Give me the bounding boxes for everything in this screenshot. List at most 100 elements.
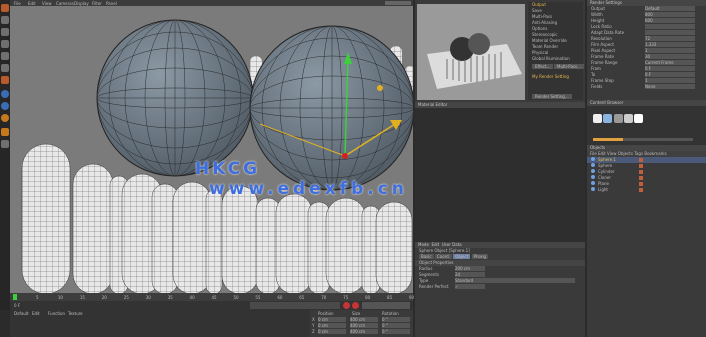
attribute-value-field[interactable]: Default [645, 6, 695, 11]
coord-size-field[interactable]: 400 cm [350, 329, 378, 334]
object-tag-icon[interactable] [639, 188, 643, 192]
tool-icon-snap[interactable] [1, 114, 9, 122]
tool-icon-texture[interactable] [1, 90, 9, 98]
timeline-tick: 65 [299, 295, 305, 300]
record-button[interactable] [343, 302, 350, 309]
object-tag-icon[interactable] [639, 176, 643, 180]
current-frame[interactable]: 0 F [14, 303, 20, 308]
attribute-value-field[interactable] [645, 24, 695, 29]
attr-tab-coord[interactable]: Coord. [434, 254, 452, 259]
object-tag-icon[interactable] [639, 182, 643, 186]
timeline-playhead[interactable] [13, 294, 17, 300]
coord-rotation-field[interactable]: 0 ° [382, 323, 410, 328]
tool-icon-axis[interactable] [1, 102, 9, 110]
timeline-tick: 35 [167, 295, 173, 300]
attribute-value-field[interactable]: None [645, 84, 695, 89]
attribute-value-field[interactable]: 800 [645, 12, 695, 17]
om-menu-objects[interactable]: Objects [618, 151, 633, 156]
attr-tab-phong[interactable]: Phong [471, 254, 489, 259]
object-tag-icon[interactable] [639, 170, 643, 174]
timeline-tick: 80 [365, 295, 371, 300]
object-attribute-label: Type [419, 278, 429, 283]
attribute-label: Fields [591, 84, 603, 89]
coord-position-field[interactable]: 0 cm [318, 329, 346, 334]
play-controls[interactable] [250, 302, 340, 309]
object-attribute-row: Render Perfect ✓ [415, 284, 585, 290]
timeline-tick: 15 [79, 295, 85, 300]
coord-rotation-field[interactable]: 0 ° [382, 317, 410, 322]
coord-rotation-field[interactable]: 0 ° [382, 329, 410, 334]
attribute-label: Pixel Aspect [591, 48, 616, 53]
attr-menu-edit[interactable]: Edit [431, 242, 439, 247]
object-tag-icon[interactable] [639, 158, 643, 162]
object-list: Sphere.1 Sphere Cylinder Cloner Plane Light [587, 157, 706, 193]
picture-viewer[interactable] [417, 4, 525, 100]
tool-icon-lock[interactable] [1, 140, 9, 148]
object-attribute-field[interactable]: 24 [455, 272, 485, 277]
attr-menu-userdata[interactable]: User Data [442, 242, 462, 247]
object-name: Light [598, 187, 608, 192]
attribute-value-field[interactable]: 30 [645, 54, 695, 59]
attr-menu-mode[interactable]: Mode [418, 242, 429, 247]
material-tab-texture[interactable]: Texture [68, 311, 83, 316]
attr-tab-basic[interactable]: Basic [419, 254, 434, 259]
viewport-nav-icons[interactable] [385, 1, 411, 5]
attribute-value-field[interactable]: 72 [645, 36, 695, 41]
attribute-value-field[interactable]: 1.333 [645, 42, 695, 47]
material-tab-function[interactable]: Function [48, 311, 65, 316]
tool-icon-workplane[interactable] [1, 128, 9, 136]
tool-icon-scale[interactable] [1, 16, 9, 24]
tool-icon-rotate[interactable] [1, 28, 9, 36]
timeline-tick: 70 [321, 295, 327, 300]
object-name: Cloner [598, 175, 611, 180]
main-viewport[interactable]: HKCG www.edexfb.cn [10, 6, 413, 293]
attr-tab-object[interactable]: Object [453, 254, 471, 259]
material-manager: Default Edit Function Texture [10, 310, 310, 337]
attribute-value-field[interactable]: Current Frame [645, 60, 695, 65]
om-menu-edit[interactable]: Edit [598, 151, 606, 156]
autokey-button[interactable] [352, 302, 359, 309]
attribute-value-field[interactable]: 1 [645, 78, 695, 83]
object-list-item[interactable]: Light [587, 187, 706, 193]
coord-position-field[interactable]: 0 cm [318, 317, 346, 322]
object-tag-icon[interactable] [639, 164, 643, 168]
tool-icon-polygons[interactable] [1, 64, 9, 72]
content-browser-title: Material Editor [415, 102, 585, 108]
browser-icons[interactable] [593, 114, 653, 124]
om-menu-bookmarks[interactable]: Bookmarks [644, 151, 666, 156]
coord-position-field[interactable]: 0 cm [318, 323, 346, 328]
sphere-left[interactable] [96, 19, 254, 177]
render-setting-button[interactable]: Render Setting... [532, 94, 572, 99]
tool-icon-move[interactable] [1, 4, 9, 12]
coord-size-field[interactable]: 400 cm [350, 317, 378, 322]
om-menu-file[interactable]: File [590, 151, 597, 156]
attribute-value-field[interactable] [645, 30, 695, 35]
render-list-item[interactable]: Global Illumination [528, 56, 583, 62]
material-tab-edit[interactable]: Edit [32, 311, 40, 316]
effect-button[interactable]: Effect... [532, 64, 554, 69]
coord-size-field[interactable]: 400 cm [350, 323, 378, 328]
om-menu-tags[interactable]: Tags [634, 151, 643, 156]
object-attribute-field[interactable]: Standard [455, 278, 575, 283]
attribute-value-field[interactable]: 600 [645, 18, 695, 23]
keyframe-buttons[interactable] [362, 302, 410, 309]
attribute-label: From [591, 66, 601, 71]
om-menu-view[interactable]: View [607, 151, 617, 156]
attribute-label: Resolution [591, 36, 612, 41]
multipass-button[interactable]: Multi-Pass... [554, 64, 584, 69]
tool-icon-model[interactable] [1, 76, 9, 84]
attribute-value-field[interactable]: 1 [645, 48, 695, 53]
timeline[interactable]: 051015202530354045505560657075808590 [10, 293, 414, 301]
object-attribute-field[interactable]: ✓ [455, 284, 485, 289]
attribute-value-field[interactable]: 0 F [645, 66, 695, 71]
tool-icon-points[interactable] [1, 40, 9, 48]
browser-slider[interactable] [593, 138, 693, 141]
render-setting-label[interactable]: My Render Setting [532, 74, 569, 79]
attribute-value-field[interactable]: 0 F [645, 72, 695, 77]
tool-icon-edges[interactable] [1, 52, 9, 60]
timeline-tick: 30 [145, 295, 151, 300]
material-tab-create[interactable]: Default [14, 311, 29, 316]
timeline-tick: 75 [343, 295, 349, 300]
object-attribute-label: Render Perfect [419, 284, 449, 289]
object-attribute-field[interactable]: 200 cm [455, 266, 485, 271]
